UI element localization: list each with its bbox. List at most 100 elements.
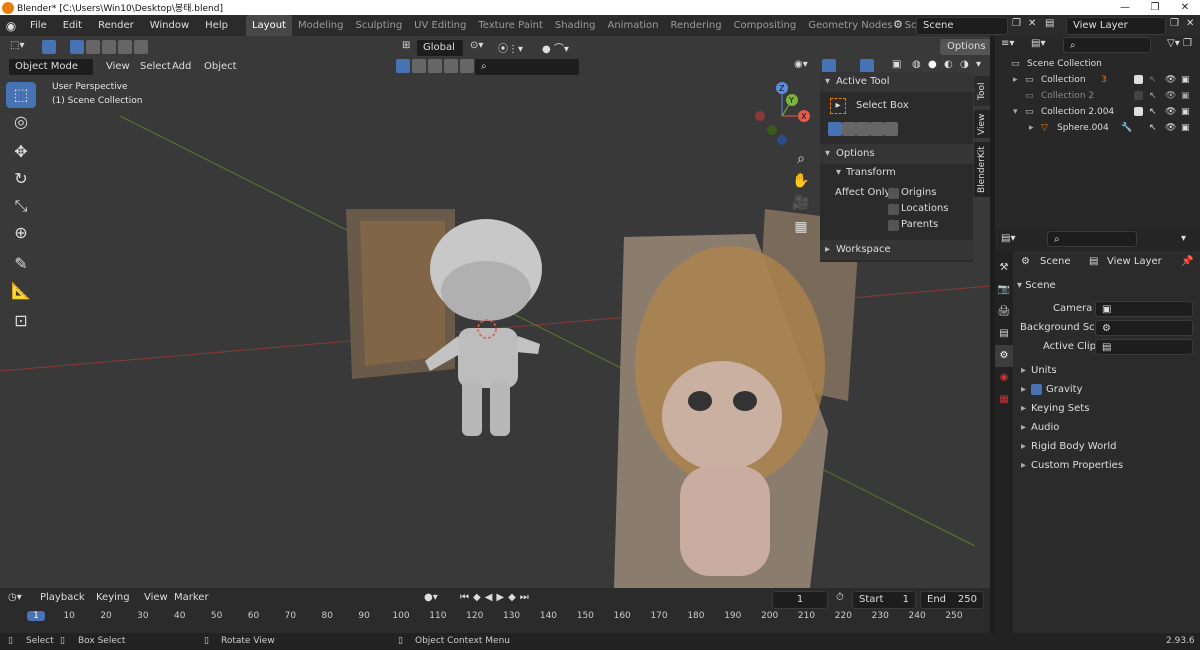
scene-selector[interactable]: Scene <box>916 17 1008 35</box>
select-tool-button[interactable]: ⬚ <box>6 82 36 108</box>
navigation-gizmo[interactable]: Z X Y <box>748 80 818 150</box>
filter-mode-4-icon[interactable] <box>444 59 458 73</box>
move-tool-button[interactable]: ✥ <box>6 139 36 165</box>
render-camera-icon[interactable]: ▣ <box>1181 72 1190 88</box>
tab-geometry-nodes[interactable]: Geometry Nodes <box>802 15 898 36</box>
mode-subtract-icon[interactable] <box>102 40 116 54</box>
snap-icon[interactable]: ⦿⋮▾ <box>498 40 523 55</box>
selectable-icon[interactable]: ↖ <box>1149 88 1157 104</box>
view-layer-selector[interactable]: View Layer <box>1066 17 1166 35</box>
camera-view-icon[interactable]: 🎥 <box>790 192 812 214</box>
eye-icon[interactable]: 👁 <box>1165 88 1176 104</box>
menu-help[interactable]: Help <box>197 15 236 36</box>
origins-checkbox[interactable] <box>888 188 899 199</box>
keying-sets-section[interactable]: Keying Sets <box>1021 400 1200 418</box>
new-view-layer-icon[interactable]: ❐ <box>1170 18 1179 29</box>
properties-editor-icon[interactable]: ▤▾ <box>1001 233 1015 244</box>
delete-view-layer-icon[interactable]: ✕ <box>1186 18 1194 29</box>
outliner-search-field[interactable]: ⌕ <box>1063 37 1151 53</box>
pivot-point-icon[interactable]: ⊙▾ <box>470 40 483 51</box>
outliner-row-collection[interactable]: ▸ ▭ Collection 3 ↖ 👁 ▣ <box>995 72 1200 88</box>
proportional-edit-icon[interactable]: ● ⌒▾ <box>542 40 569 55</box>
wireframe-shading-icon[interactable]: ◍ <box>912 59 921 70</box>
tab-uv-editing[interactable]: UV Editing <box>408 15 472 36</box>
menu-window[interactable]: Window <box>142 15 197 36</box>
maximize-button[interactable]: ❐ <box>1140 0 1170 15</box>
output-tab-icon[interactable]: 🖨 <box>995 301 1013 323</box>
custom-properties-section[interactable]: Custom Properties <box>1021 457 1200 475</box>
exclude-checkbox[interactable] <box>1134 91 1143 100</box>
sidebar-tab-tool[interactable]: Tool <box>974 76 990 106</box>
filter-mode-2-icon[interactable] <box>412 59 426 73</box>
viewport-object-menu[interactable]: Object <box>196 56 245 77</box>
properties-options-icon[interactable]: ▾ <box>1181 233 1186 244</box>
render-camera-icon[interactable]: ▣ <box>1181 104 1190 120</box>
tab-layout[interactable]: Layout <box>245 15 292 36</box>
outliner-row-collection-2004[interactable]: ▾ ▭ Collection 2.004 ↖ 👁 ▣ <box>995 104 1200 120</box>
eye-icon[interactable]: 👁 <box>1165 120 1176 136</box>
outliner-row-scene-collection[interactable]: ▭ Scene Collection <box>995 56 1200 72</box>
scene-icon[interactable]: ⚙ <box>893 18 913 33</box>
rotate-tool-button[interactable]: ↻ <box>6 166 36 192</box>
transform-subheader[interactable]: ▾ Transform <box>820 164 973 182</box>
active-tool-header[interactable]: Active Tool <box>820 72 973 92</box>
texture-tab-icon[interactable]: ▦ <box>995 389 1013 411</box>
background-scene-field[interactable]: ⚙ <box>1095 320 1193 336</box>
pin-icon[interactable]: 📌 <box>1181 256 1193 267</box>
mode-invert-icon[interactable] <box>118 40 132 54</box>
filter-mode-icon[interactable] <box>396 59 410 73</box>
delete-scene-icon[interactable]: ✕ <box>1028 18 1036 29</box>
tab-animation[interactable]: Animation <box>602 15 665 36</box>
sidebar-tab-view[interactable]: View <box>974 110 990 138</box>
locations-checkbox[interactable] <box>888 204 899 215</box>
mode-new-icon[interactable] <box>70 40 84 54</box>
filter-mode-5-icon[interactable] <box>460 59 474 73</box>
new-collection-icon[interactable]: ❐ <box>1183 38 1192 49</box>
viewport-add-menu[interactable]: Add <box>164 56 199 77</box>
options-header[interactable]: Options <box>820 144 973 164</box>
gizmo-toggle-icon[interactable] <box>822 59 836 73</box>
close-button[interactable]: ✕ <box>1170 0 1200 15</box>
timeline-ruler[interactable]: 1 10 20 30 40 50 60 70 80 90 100 110 120 130 140 150 160… <box>0 588 990 633</box>
selectable-icon[interactable]: ↖ <box>1149 120 1157 136</box>
add-cube-tool-button[interactable]: ⊡ <box>6 308 36 334</box>
render-camera-icon[interactable]: ▣ <box>1181 120 1190 136</box>
scene-tab-icon[interactable]: ⚙ <box>995 345 1013 367</box>
mode-extend-icon[interactable] <box>86 40 100 54</box>
eye-icon[interactable]: 👁 <box>1165 104 1176 120</box>
render-tab-icon[interactable]: 📷 <box>995 279 1013 301</box>
tool-mode-invert-icon[interactable] <box>870 122 884 136</box>
tab-compositing[interactable]: Compositing <box>728 15 803 36</box>
menu-edit[interactable]: Edit <box>55 15 90 36</box>
ortho-grid-icon[interactable]: ▦ <box>790 216 812 238</box>
active-clip-field[interactable]: ▤ <box>1095 339 1193 355</box>
measure-tool-button[interactable]: 📐 <box>6 278 36 304</box>
blender-menu-icon[interactable]: ◉ <box>0 19 22 33</box>
xray-icon[interactable]: ▣ <box>892 59 901 70</box>
annotate-tool-button[interactable]: ✎ <box>6 251 36 277</box>
tab-texture-paint[interactable]: Texture Paint <box>472 15 549 36</box>
viewport-search-field[interactable]: ⌕ <box>474 58 580 76</box>
rigid-body-world-section[interactable]: Rigid Body World <box>1021 438 1200 456</box>
overlay-toggle-icon[interactable] <box>860 59 874 73</box>
cursor-tool-button[interactable]: ◎ <box>6 109 36 135</box>
pan-hand-icon[interactable]: ✋ <box>790 170 812 192</box>
editor-type-icon[interactable]: ⬚▾ <box>10 40 24 51</box>
selectable-icon[interactable]: ↖ <box>1149 104 1157 120</box>
workspace-header[interactable]: Workspace <box>820 240 973 260</box>
eye-icon[interactable]: 👁 <box>1165 72 1176 88</box>
scale-tool-button[interactable]: ⤡ <box>6 193 36 219</box>
parents-checkbox[interactable] <box>888 220 899 231</box>
outliner-row-sphere[interactable]: ▸ ▽ Sphere.004 🔧 ↖ 👁 ▣ <box>995 120 1200 136</box>
outliner-row-collection-2[interactable]: ▭ Collection 2 ↖ 👁 ▣ <box>995 88 1200 104</box>
visibility-icon[interactable]: ◉▾ <box>794 59 808 70</box>
tool-mode-new-icon[interactable] <box>828 122 842 136</box>
menu-render[interactable]: Render <box>90 15 142 36</box>
sidebar-tab-blenderkit[interactable]: BlenderKit <box>974 142 990 197</box>
tool-mode-extend-icon[interactable] <box>842 122 856 136</box>
gravity-section[interactable]: ▸ Gravity <box>1021 381 1191 399</box>
options-button[interactable]: Options <box>940 39 990 55</box>
tab-modeling[interactable]: Modeling <box>292 15 350 36</box>
outliner-filter-icon[interactable]: ▽▾ <box>1167 38 1180 49</box>
select-box-mode-icon[interactable] <box>42 40 56 54</box>
